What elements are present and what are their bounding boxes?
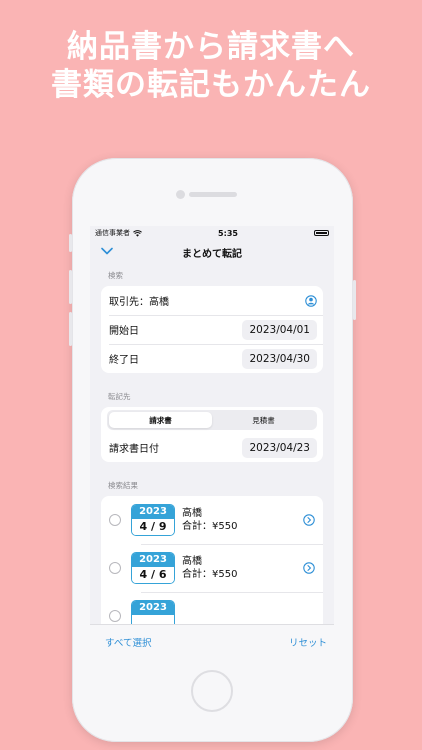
end-date-label: 終了日 [109, 355, 139, 366]
segment-invoice[interactable]: 請求書 [109, 412, 212, 428]
headline-line-2: 書類の転記もかんたん [51, 67, 371, 103]
headline-line-1: 納品書から請求書へ [67, 29, 355, 65]
person-circle-icon[interactable] [305, 294, 317, 307]
page-title: まとめて転記 [182, 248, 242, 260]
status-bar: 通信事業者 5:35 [90, 226, 334, 240]
app-screen: 通信事業者 5:35 まとめて転記 検索 取引先：高橋 開始日 2023/04/… [90, 226, 334, 658]
results-list: 2023 4 / 9 高橋 合計：¥550 2023 4 / 6 高橋 合計：¥… [101, 496, 323, 640]
carrier-info: 通信事業者 [95, 228, 142, 238]
client-row[interactable]: 取引先：高橋 [101, 286, 323, 315]
chevron-right-circle-icon[interactable] [303, 514, 315, 526]
front-camera [176, 190, 185, 199]
phone-frame: 通信事業者 5:35 まとめて転記 検索 取引先：高橋 開始日 2023/04/… [69, 158, 356, 742]
start-date-label: 開始日 [109, 326, 139, 337]
select-all-button[interactable]: すべて選択 [105, 635, 151, 649]
select-radio[interactable] [109, 610, 121, 622]
date-day: 4 / 6 [132, 567, 174, 583]
client-label: 取引先：高橋 [109, 297, 169, 308]
carrier-name: 通信事業者 [95, 229, 130, 237]
wifi-icon [133, 229, 142, 237]
power-button [353, 280, 356, 320]
destination-section-label: 転記先 [108, 392, 131, 401]
result-text: 高橋 合計：¥550 [182, 507, 303, 534]
list-item[interactable]: 2023 4 / 6 高橋 合計：¥550 [101, 544, 323, 592]
start-date-picker[interactable]: 2023/04/01 [242, 319, 317, 340]
reset-button[interactable]: リセット [289, 635, 327, 649]
navigation-bar: まとめて転記 [90, 240, 334, 264]
result-total: 合計：¥550 [182, 568, 238, 580]
results-section-label: 検索結果 [108, 481, 138, 490]
search-section-label: 検索 [108, 271, 123, 280]
headline: 納品書から請求書へ 書類の転記もかんたん [0, 28, 422, 104]
earpiece [189, 192, 237, 197]
result-text: 高橋 合計：¥550 [182, 555, 303, 582]
date-badge: 2023 4 / 9 [131, 504, 175, 536]
chevron-down-icon[interactable] [101, 247, 113, 255]
document-type-segmented-control: 請求書 見積書 [107, 410, 317, 430]
chevron-right-circle-icon[interactable] [303, 562, 315, 574]
select-radio[interactable] [109, 562, 121, 574]
volume-up-button [69, 270, 72, 304]
list-item[interactable]: 2023 4 / 9 高橋 合計：¥550 [101, 496, 323, 544]
date-year: 2023 [132, 601, 174, 615]
clock: 5:35 [218, 228, 238, 238]
mute-switch [69, 234, 72, 252]
select-radio[interactable] [109, 514, 121, 526]
invoice-date-label: 請求書日付 [109, 444, 159, 455]
invoice-date-picker[interactable]: 2023/04/23 [242, 437, 317, 458]
result-total: 合計：¥550 [182, 520, 238, 532]
end-date-picker[interactable]: 2023/04/30 [242, 348, 317, 369]
invoice-date-row: 請求書日付 2023/04/23 [101, 433, 323, 462]
date-badge: 2023 4 / 6 [131, 552, 175, 584]
volume-down-button [69, 312, 72, 346]
destination-card: 請求書 見積書 請求書日付 2023/04/23 [101, 407, 323, 462]
segment-estimate[interactable]: 見積書 [212, 412, 315, 428]
bottom-toolbar: すべて選択 リセット [90, 624, 334, 658]
result-client-name: 高橋 [182, 555, 202, 567]
start-date-row: 開始日 2023/04/01 [101, 315, 323, 344]
date-year: 2023 [132, 553, 174, 567]
date-year: 2023 [132, 505, 174, 519]
search-card: 取引先：高橋 開始日 2023/04/01 終了日 2023/04/30 [101, 286, 323, 373]
result-client-name: 高橋 [182, 507, 202, 519]
home-button [191, 670, 233, 712]
end-date-row: 終了日 2023/04/30 [101, 344, 323, 373]
battery-icon [314, 230, 329, 236]
date-day: 4 / 9 [132, 519, 174, 535]
